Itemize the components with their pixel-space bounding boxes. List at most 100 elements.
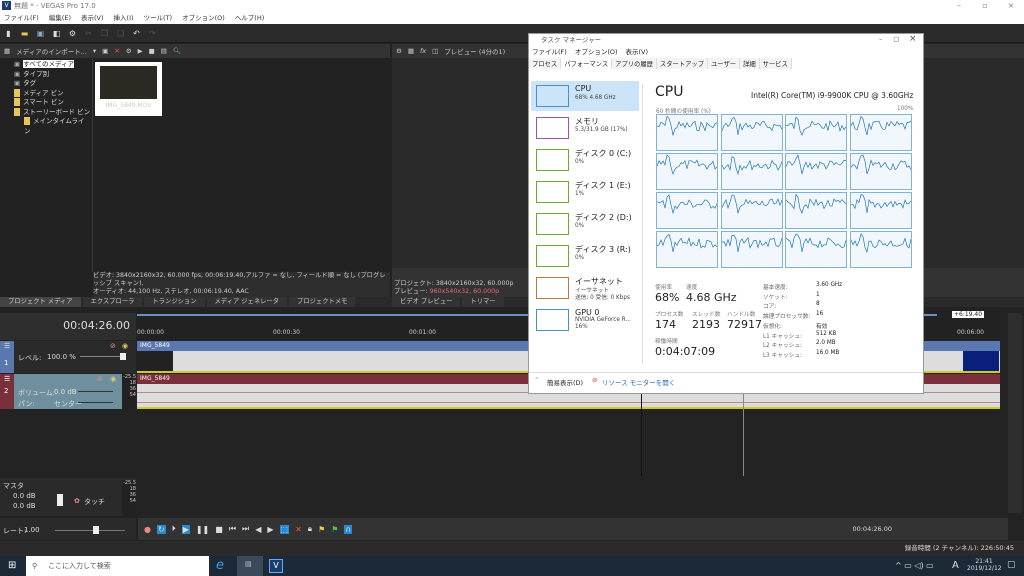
- perf-item[interactable]: イーサネット イーサネット 送信: 0 受信: 0 Kbps: [531, 273, 639, 303]
- mute-icon[interactable]: ⊘: [110, 342, 116, 350]
- marker-icon[interactable]: ⚑: [318, 525, 325, 534]
- perf-item[interactable]: メモリ 5.3/31.9 GB (17%): [531, 113, 639, 143]
- taskmgr-menu-item[interactable]: オプション(O): [575, 47, 618, 58]
- cut-icon[interactable]: ✂: [84, 29, 93, 38]
- go-start-icon[interactable]: ⏮: [229, 524, 236, 534]
- preview-quality-dropdown[interactable]: プレビュー (4分の1): [444, 46, 505, 56]
- track-menu-icon[interactable]: ☰: [4, 342, 10, 350]
- tab-explorer[interactable]: トランジション: [144, 297, 205, 307]
- end-marker[interactable]: +6:19.40: [952, 311, 985, 318]
- level-slider[interactable]: [80, 356, 125, 357]
- settings-icon[interactable]: ⚙: [68, 29, 77, 38]
- maximize-button[interactable]: ▢: [885, 35, 899, 43]
- search-icon[interactable]: 🔍︎: [173, 47, 181, 55]
- play-icon[interactable]: ▶: [181, 524, 190, 534]
- perf-item[interactable]: ディスク 1 (E:) 1%: [531, 177, 639, 207]
- vertical-scrollbar[interactable]: [1008, 313, 1022, 513]
- render-icon[interactable]: ◧: [52, 29, 61, 38]
- perf-item[interactable]: GPU 0 NVIDIA GeForce R... 16%: [531, 305, 639, 335]
- properties-icon[interactable]: ⚙: [126, 47, 132, 55]
- tree-item[interactable]: ▣ すべてのメディア: [6, 60, 91, 70]
- mute-icon[interactable]: ⊘: [97, 375, 103, 383]
- solo-icon[interactable]: ◉: [122, 342, 128, 350]
- capture-icon[interactable]: ▣: [102, 47, 108, 55]
- tab-video-preview[interactable]: ビデオ プレビュー: [392, 297, 461, 307]
- paste-icon[interactable]: ❏: [116, 29, 125, 38]
- media-thumbnail[interactable]: IMG_5849.MOV: [95, 62, 162, 116]
- menu-item[interactable]: ファイル(F): [4, 12, 39, 24]
- tree-item[interactable]: メインタイムライン: [6, 117, 91, 135]
- split-icon[interactable]: ◫: [432, 47, 438, 55]
- minimize-button[interactable]: –: [879, 35, 882, 43]
- solo-icon[interactable]: ◉: [110, 375, 116, 383]
- perf-item[interactable]: ディスク 3 (R:) 0%: [531, 241, 639, 271]
- play-icon[interactable]: ▶: [138, 47, 143, 55]
- play-from-start-icon[interactable]: ⏵: [172, 524, 176, 534]
- maximize-button[interactable]: ▫: [972, 0, 998, 12]
- perf-item[interactable]: ディスク 0 (C:) 0%: [531, 145, 639, 175]
- taskmgr-menu-item[interactable]: 表示(V): [626, 47, 649, 58]
- vegas-taskbar-button[interactable]: V: [269, 559, 283, 573]
- automation-mode-dropdown[interactable]: タッチ: [84, 497, 105, 507]
- delete-icon[interactable]: ✕: [295, 525, 302, 534]
- taskmgr-tab[interactable]: アプリの履歴: [612, 58, 657, 69]
- menu-item[interactable]: 表示(V): [81, 12, 104, 24]
- menu-item[interactable]: ヘルプ(H): [235, 12, 264, 24]
- new-icon[interactable]: ▮: [4, 29, 13, 38]
- menu-item[interactable]: 挿入(I): [114, 12, 134, 24]
- save-icon[interactable]: ▣: [36, 29, 45, 38]
- edge-icon[interactable]: e: [216, 558, 224, 573]
- perf-item[interactable]: CPU 68% 4.68 GHz: [531, 81, 639, 111]
- tab-explorer[interactable]: プロジェクトメモ: [289, 297, 356, 307]
- chevron-down-icon[interactable]: ▾: [93, 47, 96, 55]
- taskmgr-tab[interactable]: プロセス: [529, 58, 562, 69]
- volume-slider[interactable]: [78, 391, 113, 392]
- next-frame-icon[interactable]: ▶: [267, 525, 273, 534]
- tree-item[interactable]: ▣ タグ: [6, 79, 91, 89]
- clock[interactable]: 21:41 2019/12/12: [967, 558, 1002, 572]
- record-icon[interactable]: ●: [144, 525, 151, 534]
- go-end-icon[interactable]: ⏭: [242, 524, 249, 534]
- search-box[interactable]: ⚲ ここに入力して検索: [26, 556, 209, 576]
- copy-icon[interactable]: ❐: [100, 29, 109, 38]
- taskmgr-menu-item[interactable]: ファイル(F): [532, 47, 567, 58]
- delete-icon[interactable]: ✕: [114, 47, 119, 55]
- tab-trimmer[interactable]: トリマー: [462, 297, 504, 307]
- chevron-up-icon[interactable]: ⌃: [534, 376, 539, 384]
- stop-icon[interactable]: ■: [215, 525, 223, 534]
- taskmgr-tab[interactable]: サービス: [759, 58, 792, 69]
- master-fader[interactable]: [57, 494, 63, 506]
- tab-explorer[interactable]: メディア ジェネレータ: [206, 297, 288, 307]
- tray-icons[interactable]: ^ ▭ ◁) ▭: [895, 561, 934, 570]
- fx-icon[interactable]: fx: [420, 47, 426, 55]
- import-icon[interactable]: ▦: [4, 47, 10, 55]
- menu-item[interactable]: ツール(T): [144, 12, 173, 24]
- taskmgr-tab[interactable]: スタートアップ: [656, 58, 708, 69]
- taskmgr-taskbar-button[interactable]: ▤: [237, 556, 263, 576]
- tree-item[interactable]: ▣ タイプ別: [6, 70, 91, 80]
- notification-icon[interactable]: ▢: [1007, 560, 1016, 570]
- tab-explorer[interactable]: プロジェクト メディア: [0, 297, 81, 307]
- ext-monitor-icon[interactable]: ▦: [408, 47, 414, 55]
- menu-item[interactable]: 編集(E): [49, 12, 71, 24]
- pan-slider[interactable]: [78, 402, 113, 403]
- track-menu-icon[interactable]: ☰: [4, 375, 10, 383]
- stop-icon[interactable]: ■: [149, 47, 155, 55]
- tree-item[interactable]: スマート ビン: [6, 98, 91, 108]
- view-icon[interactable]: ▤: [161, 47, 167, 55]
- close-button[interactable]: ×: [909, 34, 917, 44]
- menu-item[interactable]: オプション(O): [182, 12, 225, 24]
- lock-icon[interactable]: 🔒︎: [308, 524, 312, 534]
- start-button[interactable]: ⊞: [8, 560, 16, 571]
- tree-item[interactable]: メディア ビン: [6, 88, 91, 99]
- taskmgr-tab[interactable]: ユーザー: [708, 58, 741, 69]
- taskmgr-tab[interactable]: パフォーマンス: [561, 58, 613, 69]
- normal-edit-icon[interactable]: ⬚: [279, 524, 290, 534]
- import-media-button[interactable]: メディアのインポート...: [16, 46, 87, 56]
- tree-item[interactable]: ストーリーボード ビン: [6, 107, 91, 118]
- close-button[interactable]: ×: [998, 0, 1024, 12]
- ime-indicator[interactable]: A: [952, 560, 959, 571]
- tab-explorer[interactable]: エクスプローラ: [82, 297, 143, 307]
- prev-frame-icon[interactable]: ◀: [255, 525, 261, 534]
- pause-icon[interactable]: ❚❚: [196, 525, 209, 534]
